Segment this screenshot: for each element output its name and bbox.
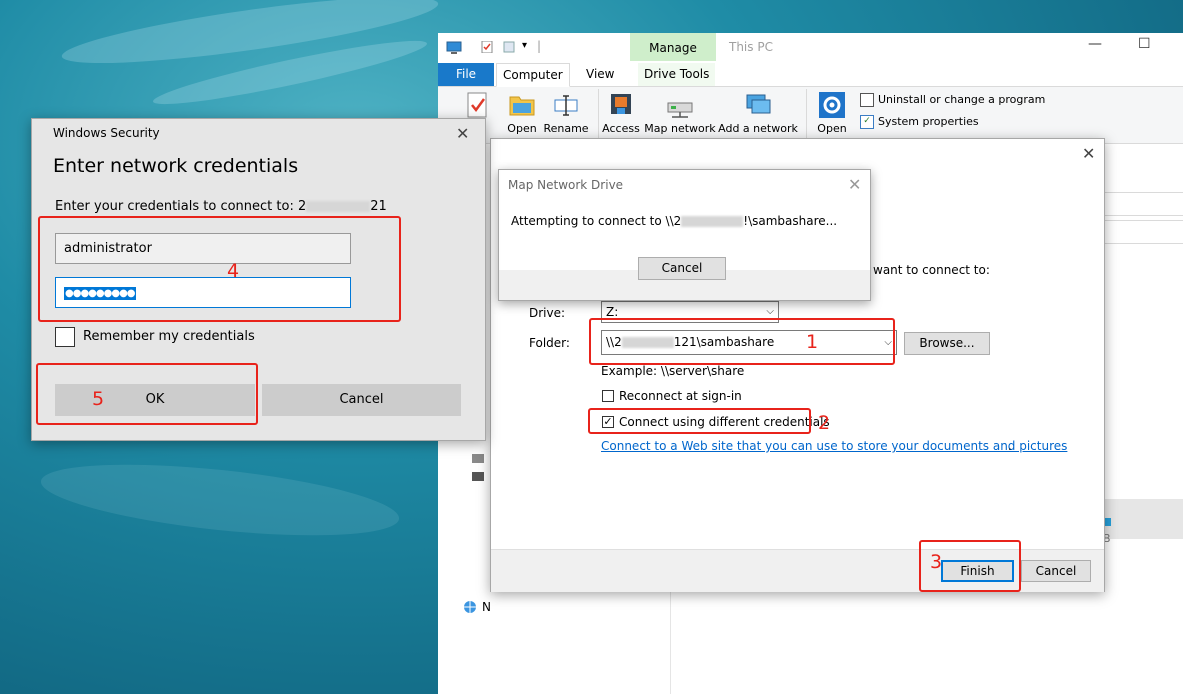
connecting-dialog: Map Network Drive ✕ Attempting to connec… [498,169,871,301]
nav-drive-icon[interactable] [472,454,484,463]
annotation-box-folder [589,318,895,365]
drive-value: Z: [606,305,619,319]
annotation-number-1: 1 [806,331,819,353]
annotation-number-5: 5 [92,388,105,410]
tab-computer[interactable]: Computer [496,63,570,87]
minimize-icon[interactable]: — [1088,36,1102,52]
annotation-box-credentials-checkbox [588,408,811,434]
uninstall-label: Uninstall or change a program [878,93,1046,106]
add-network-location-button[interactable]: Add a network [718,91,798,135]
checklist-icon: ✓ [860,115,874,129]
connecting-dialog-title-bar: Map Network Drive ✕ [499,170,870,200]
web-site-link[interactable]: Connect to a Web site that you can use t… [601,439,1067,453]
map-network-drive-button[interactable]: Map network [644,91,716,135]
wizard-instruction: want to connect to: [873,263,990,277]
drive-usage-bar [1101,499,1183,539]
rename-label: Rename [543,122,589,135]
security-prompt: Enter your credentials to connect to: 2 2… [55,199,387,214]
access-media-button[interactable]: Access [602,91,640,135]
window-title: This PC [729,40,773,54]
system-properties-label: System properties [878,115,979,128]
redacted-text [306,201,371,212]
close-icon[interactable]: ✕ [848,175,861,194]
uninstall-icon [860,93,874,107]
connecting-cancel-button[interactable]: Cancel [638,257,726,280]
open-label: Open [507,122,537,135]
reconnect-label: Reconnect at sign-in [619,389,742,403]
security-prompt-suffix: 21 [370,199,387,214]
tab-file[interactable]: File [438,63,494,86]
reconnect-checkbox[interactable] [602,390,614,402]
network-drive-icon [667,102,693,118]
ribbon-tabs: File Computer View Drive Tools [438,63,1183,87]
manage-tab[interactable]: Manage [630,33,716,61]
folder-open-icon [509,96,535,116]
tab-drive-tools[interactable]: Drive Tools [638,63,716,86]
ribbon-separator [598,89,599,141]
wizard-cancel-button[interactable]: Cancel [1021,560,1091,582]
open-settings-label: Open [817,122,847,135]
security-cancel-button[interactable]: Cancel [262,384,461,416]
qat-dropdown-icon[interactable]: ▾ [522,40,527,51]
connecting-message: Attempting to connect to \\2 !\sambashare… [511,214,837,228]
computer-icon [446,41,462,54]
open-settings-button[interactable]: Open [814,91,850,135]
connecting-dialog-body: Attempting to connect to \\2 !\sambashare… [499,200,870,280]
search-box[interactable] [1101,220,1183,244]
rename-button[interactable]: Rename [542,91,590,135]
address-bar [1101,192,1183,216]
connecting-message-prefix: Attempting to connect to \\2 [511,214,682,228]
explorer-title-bar: ▾ | Manage This PC — ☐ [438,33,1183,63]
uninstall-program-button[interactable]: Uninstall or change a program [860,93,1045,107]
ribbon: ies Open Rename Access Map network Add a… [438,87,1183,144]
nav-item-network[interactable]: N [482,600,491,614]
annotation-box-ok [36,363,258,425]
connecting-message-suffix: !\sambashare... [743,214,838,228]
network-location-icon [746,94,771,114]
add-network-label: Add a network [718,122,798,135]
network-icon[interactable] [462,599,478,615]
properties-icon[interactable] [480,41,494,53]
close-icon[interactable]: ✕ [456,124,469,143]
rename-icon [554,95,578,116]
close-icon[interactable]: ✕ [1082,144,1095,163]
folder-example: Example: \\server\share [601,364,745,378]
properties-icon [467,92,487,118]
remember-credentials-checkbox[interactable] [55,327,75,347]
annotation-number-4: 4 [227,260,240,282]
link-period: . [1008,439,1012,453]
gear-icon [819,92,845,118]
annotation-box-credentials [38,216,401,322]
security-window-title: Windows Security [53,126,160,140]
system-properties-button[interactable]: ✓ System properties [860,115,979,129]
map-network-label: Map network [644,122,716,135]
maximize-icon[interactable]: ☐ [1138,36,1151,52]
media-icon [611,94,631,114]
remember-credentials-label: Remember my credentials [83,329,255,344]
connecting-dialog-title: Map Network Drive [508,178,624,192]
ribbon-separator [806,89,807,141]
nav-drive-icon[interactable] [472,472,484,481]
qat-separator: | [537,39,542,53]
background-light-ray [59,0,441,77]
redacted-text [681,216,744,227]
access-label: Access [602,122,640,135]
background-light-ray [37,451,403,549]
drive-label: Drive: [529,306,566,320]
browse-button[interactable]: Browse... [904,332,990,355]
folder-label: Folder: [529,336,570,350]
new-folder-icon[interactable] [502,41,516,53]
tab-view[interactable]: View [580,63,620,86]
annotation-number-2: 2 [818,412,831,434]
security-heading: Enter network credentials [53,155,299,177]
annotation-number-3: 3 [930,551,943,573]
open-button[interactable]: Open [502,91,542,135]
security-prompt-prefix: Enter your credentials to connect to: 2 [55,199,307,214]
